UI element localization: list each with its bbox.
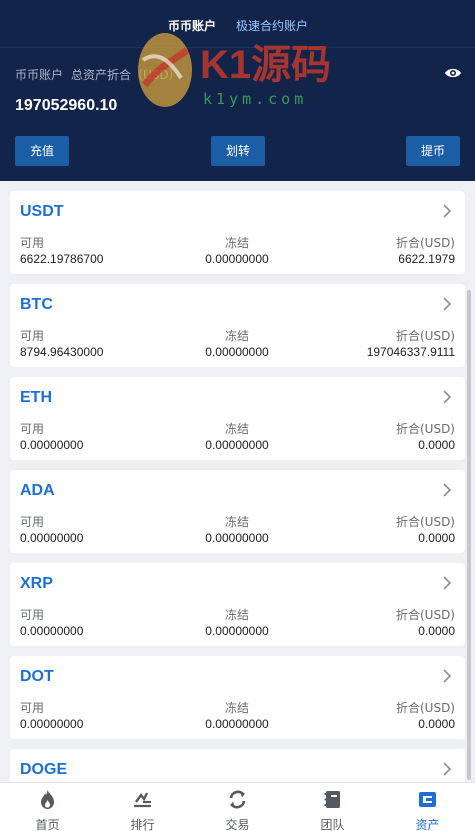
account-name: 币币账户 <box>15 68 64 82</box>
frozen-label: 冻结 <box>224 422 249 436</box>
frozen-label: 冻结 <box>224 329 249 343</box>
usd-label: 折合(USD) <box>395 422 455 436</box>
available-label: 可用 <box>20 422 45 436</box>
asset-card-usdt[interactable]: USDT 可用 冻结 折合(USD) 6622.19786700 0.00000… <box>10 191 465 274</box>
usd-value: 197046337.9111 <box>366 345 455 359</box>
frozen-label: 冻结 <box>224 701 249 715</box>
available-value: 0.00000000 <box>20 438 84 452</box>
frozen-value: 0.00000000 <box>205 717 269 731</box>
asset-name: XRP <box>20 575 53 592</box>
usd-value: 6622.1979 <box>398 252 455 266</box>
deposit-button[interactable]: 充值 <box>15 136 69 166</box>
chevron-right-icon <box>443 297 452 311</box>
eye-icon[interactable] <box>444 66 462 80</box>
available-label: 可用 <box>20 608 45 622</box>
frozen-value: 0.00000000 <box>205 438 269 452</box>
chevron-right-icon <box>443 483 452 497</box>
nav-team[interactable]: 团队 <box>285 783 380 831</box>
bottom-nav: 首页 排行 交易 团队 资产 <box>0 782 475 831</box>
frozen-label: 冻结 <box>224 515 249 529</box>
chevron-right-icon <box>443 576 452 590</box>
chevron-right-icon <box>443 669 452 683</box>
tab-spot-account[interactable]: 币币账户 <box>168 17 216 34</box>
nav-assets[interactable]: 资产 <box>380 783 475 831</box>
watermark-domain: k1ym.com <box>203 90 307 108</box>
usd-value: 0.0000 <box>418 717 455 731</box>
nav-label: 排行 <box>130 818 155 831</box>
usd-label: 折合(USD) <box>395 236 455 250</box>
asset-card-eth[interactable]: ETH 可用 冻结 折合(USD) 0.00000000 0.00000000 … <box>10 377 465 460</box>
available-value: 6622.19786700 <box>20 252 104 266</box>
available-label: 可用 <box>20 515 45 529</box>
ranking-icon <box>134 792 151 808</box>
asset-card-btc[interactable]: BTC 可用 冻结 折合(USD) 8794.96430000 0.000000… <box>10 284 465 367</box>
usd-label: 折合(USD) <box>395 701 455 715</box>
app: 币币账户 极速合约账户 币币账户 总资产折合（USD） 197052960.10 … <box>0 0 475 831</box>
nav-label: 资产 <box>415 818 440 831</box>
asset-name: BTC <box>20 296 53 313</box>
chevron-right-icon <box>443 390 452 404</box>
nav-trade[interactable]: 交易 <box>190 783 285 831</box>
usd-value: 0.0000 <box>418 438 455 452</box>
balance-label: 币币账户 总资产折合（USD） <box>15 66 189 83</box>
usd-label: 折合(USD) <box>395 329 455 343</box>
chevron-right-icon <box>443 204 452 218</box>
asset-name: DOT <box>20 668 54 685</box>
frozen-value: 0.00000000 <box>205 345 269 359</box>
available-value: 0.00000000 <box>20 531 84 545</box>
frozen-label: 冻结 <box>224 236 249 250</box>
team-icon <box>324 791 340 808</box>
available-label: 可用 <box>20 329 45 343</box>
asset-card-doge[interactable]: DOGE <box>10 749 465 782</box>
available-label: 可用 <box>20 701 45 715</box>
nav-label: 交易 <box>225 818 250 831</box>
asset-card-dot[interactable]: DOT 可用 冻结 折合(USD) 0.00000000 0.00000000 … <box>10 656 465 739</box>
asset-name: USDT <box>20 203 64 220</box>
usd-label: 折合(USD) <box>395 515 455 529</box>
usd-value: 0.0000 <box>418 624 455 638</box>
watermark-brand: K1源码 <box>200 43 331 87</box>
wallet-icon <box>419 792 436 807</box>
nav-label: 首页 <box>35 818 60 831</box>
transfer-button[interactable]: 划转 <box>211 136 265 166</box>
chevron-right-icon <box>443 762 452 776</box>
tab-futures-account[interactable]: 极速合约账户 <box>236 17 308 34</box>
frozen-value: 0.00000000 <box>205 531 269 545</box>
available-value: 0.00000000 <box>20 624 84 638</box>
nav-label: 团队 <box>320 818 345 831</box>
frozen-value: 0.00000000 <box>205 252 269 266</box>
nav-home[interactable]: 首页 <box>0 783 95 831</box>
frozen-label: 冻结 <box>224 608 249 622</box>
exchange-icon <box>229 790 246 809</box>
asset-list: USDT 可用 冻结 折合(USD) 6622.19786700 0.00000… <box>0 181 475 782</box>
account-tabs: 币币账户 极速合约账户 <box>0 0 475 48</box>
asset-card-xrp[interactable]: XRP 可用 冻结 折合(USD) 0.00000000 0.00000000 … <box>10 563 465 646</box>
asset-name: ADA <box>20 482 55 499</box>
available-value: 0.00000000 <box>20 717 84 731</box>
scrollbar[interactable] <box>467 290 471 780</box>
withdraw-button[interactable]: 提币 <box>406 136 460 166</box>
total-assets-label: 总资产折合（USD） <box>71 68 181 82</box>
asset-name: DOGE <box>20 761 68 778</box>
frozen-value: 0.00000000 <box>205 624 269 638</box>
total-balance: 197052960.10 <box>15 97 118 114</box>
asset-card-ada[interactable]: ADA 可用 冻结 折合(USD) 0.00000000 0.00000000 … <box>10 470 465 553</box>
usd-label: 折合(USD) <box>395 608 455 622</box>
nav-ranking[interactable]: 排行 <box>95 783 190 831</box>
asset-name: ETH <box>20 389 52 406</box>
account-header: 币币账户 极速合约账户 币币账户 总资产折合（USD） 197052960.10 … <box>0 0 475 181</box>
available-value: 8794.96430000 <box>20 345 104 359</box>
available-label: 可用 <box>20 236 45 250</box>
fire-icon <box>41 790 54 809</box>
usd-value: 0.0000 <box>418 531 455 545</box>
